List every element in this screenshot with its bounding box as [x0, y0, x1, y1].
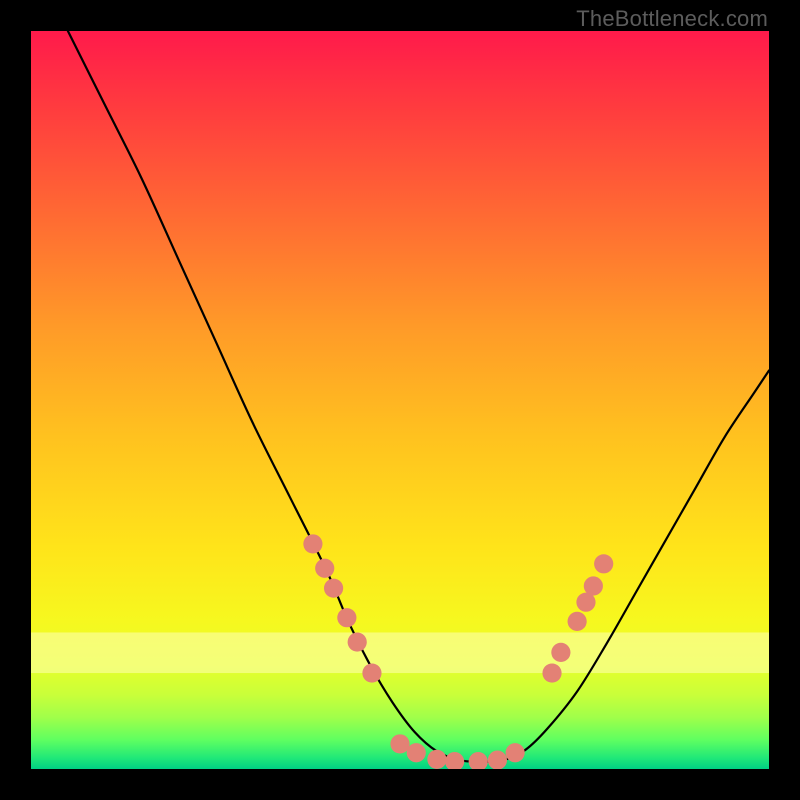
curve-marker	[390, 734, 409, 753]
curve-marker	[407, 743, 426, 762]
curve-marker	[488, 751, 507, 769]
outer-frame: TheBottleneck.com	[0, 0, 800, 800]
plot-area	[31, 31, 769, 769]
curve-marker	[315, 559, 334, 578]
curve-marker	[506, 743, 525, 762]
curve-marker	[427, 750, 446, 769]
curve-marker	[584, 576, 603, 595]
curve-marker	[568, 612, 587, 631]
curve-marker	[324, 579, 343, 598]
curve-marker	[542, 663, 561, 682]
curve-marker	[551, 643, 570, 662]
highlight-band	[31, 632, 769, 673]
curve-marker	[348, 632, 367, 651]
curve-marker	[303, 534, 322, 553]
curve-marker	[337, 608, 356, 627]
curve-marker	[594, 554, 613, 573]
bottleneck-chart	[31, 31, 769, 769]
curve-marker	[362, 663, 381, 682]
watermark-text: TheBottleneck.com	[576, 6, 768, 32]
